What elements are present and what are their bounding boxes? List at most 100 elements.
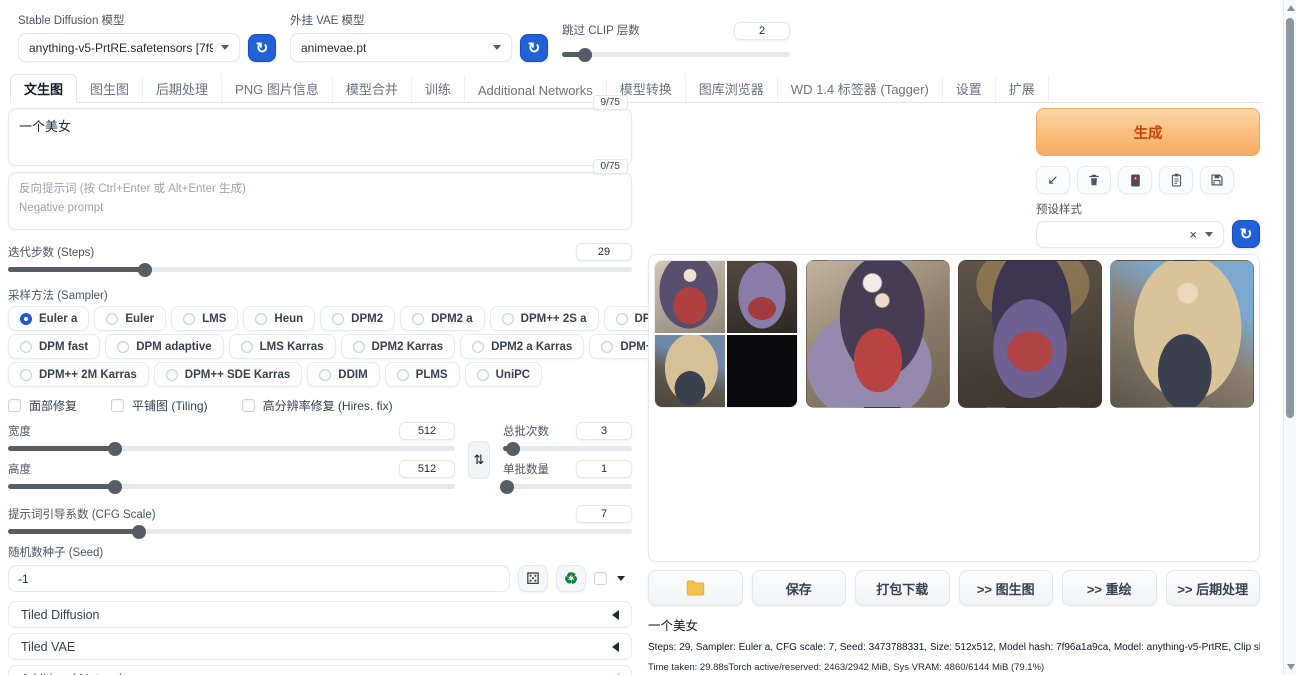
recycle-icon: ♻ <box>563 570 579 588</box>
send-to-inpaint-button[interactable]: >> 重绘 <box>1062 570 1157 606</box>
cfg-scale-input[interactable]: 7 <box>576 505 632 523</box>
cfg-scale-slider[interactable] <box>8 524 632 539</box>
refresh-vae-button[interactable]: ↻ <box>520 33 548 62</box>
seed-input[interactable]: -1 <box>8 565 510 592</box>
steps-input[interactable]: 29 <box>576 243 632 261</box>
tab-tagger[interactable]: WD 1.4 标签器 (Tagger) <box>778 75 943 102</box>
radio-icon <box>396 368 409 381</box>
sampler-option-dpm2-a[interactable]: DPM2 a <box>400 306 485 331</box>
sampler-option-euler-a[interactable]: Euler a <box>8 306 90 331</box>
height-input[interactable]: 512 <box>399 459 455 478</box>
gallery-thumbnail-2[interactable] <box>958 260 1102 408</box>
sampler-option-dpm-adaptive[interactable]: DPM adaptive <box>105 334 224 359</box>
sampler-option-unipc[interactable]: UniPC <box>464 362 543 387</box>
batch-count-slider[interactable] <box>503 441 632 456</box>
tab-extensions[interactable]: 扩展 <box>996 75 1049 102</box>
sampler-option-lms-karras[interactable]: LMS Karras <box>228 334 336 359</box>
radio-icon <box>20 340 32 353</box>
toggle-tiling[interactable]: 平铺图 (Tiling) <box>111 397 208 414</box>
sampler-option-dpm-fast[interactable]: DPM fast <box>8 334 101 359</box>
reuse-seed-button[interactable]: ♻ <box>556 565 586 592</box>
refresh-sd-model-button[interactable]: ↻ <box>248 33 276 62</box>
collapsed-arrow-icon <box>612 641 619 652</box>
restore-faces-checkbox[interactable] <box>8 399 21 412</box>
sampler-option-plms[interactable]: PLMS <box>384 362 460 387</box>
accordion-tiled-vae[interactable]: Tiled VAE <box>8 633 632 660</box>
toggle-hires-fix[interactable]: 高分辨率修复 (Hires. fix) <box>241 397 393 414</box>
scroll-up-icon[interactable] <box>1287 5 1295 11</box>
clip-skip-slider[interactable] <box>562 47 790 62</box>
swap-dimensions-button[interactable]: ⇅ <box>468 441 490 479</box>
send-to-img2img-button[interactable]: >> 图生图 <box>958 570 1053 606</box>
generate-button[interactable]: 生成 <box>1036 108 1260 156</box>
prompt-input[interactable]: 一个美女 <box>8 108 632 166</box>
clear-prompt-button[interactable] <box>1077 166 1111 194</box>
vae-dropdown[interactable]: animevae.pt <box>290 33 512 62</box>
sampler-option-dpm-2m-karras[interactable]: DPM++ 2M Karras <box>8 362 149 387</box>
refresh-icon: ↻ <box>1239 226 1253 243</box>
batch-size-input[interactable]: 1 <box>576 459 632 478</box>
extra-seed-checkbox[interactable] <box>594 572 607 585</box>
clip-skip-input[interactable]: 2 <box>734 22 790 40</box>
negative-prompt-input[interactable]: 反向提示词 (按 Ctrl+Enter 或 Alt+Enter 生成) Nega… <box>8 172 632 230</box>
accordion-tiled-diffusion[interactable]: Tiled Diffusion <box>8 601 632 628</box>
sampler-option-dpm-sde-karras[interactable]: DPM++ SDE Karras <box>153 362 303 387</box>
sampler-option-heun[interactable]: Heun <box>243 306 316 331</box>
chevron-down-icon[interactable] <box>617 576 625 581</box>
sampler-option-label: LMS Karras <box>259 340 324 353</box>
scroll-down-icon[interactable] <box>1287 664 1295 670</box>
clear-styles-icon[interactable]: × <box>1189 227 1197 242</box>
page-scrollbar[interactable] <box>1283 0 1296 675</box>
save-button[interactable]: 保存 <box>751 570 846 606</box>
folder-icon <box>686 580 704 596</box>
tab-image-browser[interactable]: 图库浏览器 <box>686 75 778 102</box>
accordion-additional-networks[interactable]: Additional Networks <box>8 665 632 675</box>
restore-last-prompt-button[interactable]: ↙ <box>1036 166 1070 194</box>
send-to-extras-button[interactable]: >> 后期处理 <box>1165 570 1260 606</box>
open-folder-button[interactable] <box>648 570 743 606</box>
tiling-checkbox[interactable] <box>111 399 125 412</box>
gallery-thumbnail-1[interactable] <box>806 260 950 408</box>
trash-icon <box>1089 174 1099 186</box>
sampler-option-dpm-2s-a[interactable]: DPM++ 2S a <box>489 306 599 331</box>
steps-slider[interactable] <box>8 262 632 277</box>
scrollbar-thumb[interactable] <box>1286 18 1294 418</box>
random-seed-button[interactable]: ⚄ <box>518 565 548 592</box>
width-input[interactable]: 512 <box>399 421 455 440</box>
batch-size-slider[interactable] <box>499 479 632 494</box>
height-label: 高度 <box>8 463 31 476</box>
sd-model-dropdown[interactable]: anything-v5-PrtRE.safetensors [7f96a1a9c… <box>18 33 240 62</box>
extra-networks-button[interactable] <box>1118 166 1152 194</box>
sampler-option-lms[interactable]: LMS <box>171 306 239 331</box>
radio-icon <box>472 340 485 353</box>
save-style-button[interactable] <box>1200 166 1234 194</box>
toggle-row: 面部修复 平铺图 (Tiling) 高分辨率修复 (Hires. fix) <box>8 397 632 414</box>
radio-icon <box>412 312 425 325</box>
width-slider[interactable] <box>8 441 455 456</box>
zip-download-button[interactable]: 打包下载 <box>855 570 950 606</box>
sampler-option-label: DPM++ 2M Karras <box>39 368 137 381</box>
sampler-option-dpm2[interactable]: DPM2 <box>320 306 396 331</box>
refresh-styles-button[interactable]: ↻ <box>1232 220 1260 248</box>
sampler-option-euler[interactable]: Euler <box>94 306 167 331</box>
height-slider[interactable] <box>8 479 455 494</box>
sd-model-value: anything-v5-PrtRE.safetensors [7f96a1a9c… <box>29 40 213 55</box>
radio-icon <box>501 312 514 325</box>
gallery-thumbnail-3[interactable] <box>1110 260 1254 408</box>
sampler-option-label: DPM2 Karras <box>371 340 444 353</box>
apply-style-button[interactable] <box>1159 166 1193 194</box>
output-column: 生成 ↙ 预设样式 × ↻ 保存 打包下载 >> 图生图 >> 重绘 >> 后期… <box>648 108 1260 673</box>
gallery-thumbnail-grid[interactable] <box>654 260 798 408</box>
tab-settings[interactable]: 设置 <box>943 75 996 102</box>
hires-fix-checkbox[interactable] <box>241 399 255 412</box>
sampler-option-dpm2-karras[interactable]: DPM2 Karras <box>340 334 456 359</box>
sampler-option-ddim[interactable]: DDIM <box>307 362 380 387</box>
batch-count-input[interactable]: 3 <box>576 421 632 440</box>
sampler-option-dpm2-a-karras[interactable]: DPM2 a Karras <box>460 334 585 359</box>
sampler-options: Euler a Euler LMS Heun DPM2 DPM2 a DPM++ 2S a D… <box>8 306 819 387</box>
sampler-option-label: Heun <box>274 312 304 325</box>
sampler-row: Euler aEulerLMSHeunDPM2DPM2 aDPM++ 2S aD… <box>8 306 819 331</box>
styles-dropdown[interactable]: × <box>1036 220 1224 248</box>
toggle-restore-faces[interactable]: 面部修复 <box>8 397 77 414</box>
sampler-option-label: UniPC <box>495 368 531 381</box>
